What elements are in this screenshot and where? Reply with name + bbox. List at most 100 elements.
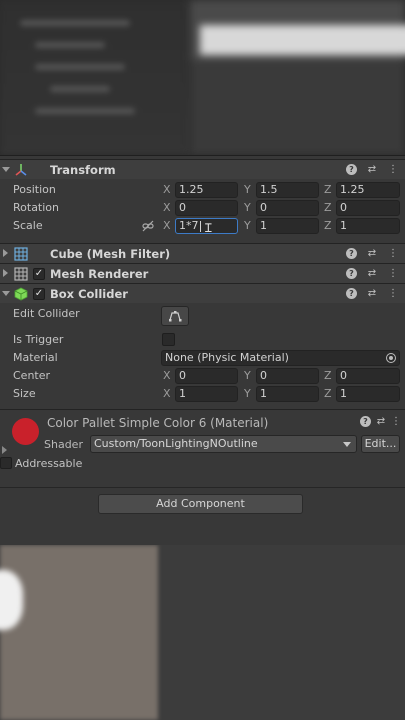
fold-arrow-icon[interactable] — [3, 249, 8, 257]
transform-title: Transform — [50, 163, 116, 177]
rotation-row: Rotation X 0 Y 0 Z 0 — [0, 199, 405, 217]
scale-y-field[interactable]: 1 — [256, 218, 319, 234]
mesh-filter-title: Cube (Mesh Filter) — [50, 247, 171, 261]
axis-x-label: X — [163, 183, 171, 196]
axis-y-label: Y — [244, 387, 251, 400]
is-trigger-checkbox[interactable] — [162, 333, 175, 346]
axis-z-label: Z — [324, 201, 332, 214]
fold-arrow-icon[interactable] — [2, 167, 10, 172]
size-x-field[interactable]: 1 — [175, 386, 238, 402]
divider — [0, 487, 405, 488]
axis-y-label: Y — [244, 183, 251, 196]
text-caret — [199, 220, 201, 232]
scene-view-bottom — [0, 545, 405, 720]
mesh-filter-icon — [14, 247, 28, 261]
axis-y-label: Y — [244, 369, 251, 382]
material-preview-swatch[interactable] — [12, 418, 39, 445]
more-menu-icon[interactable]: ⋮ — [391, 415, 401, 429]
more-menu-icon[interactable]: ⋮ — [387, 287, 399, 301]
rotation-x-field[interactable]: 0 — [175, 200, 238, 216]
box-collider-title: Box Collider — [50, 287, 128, 301]
fold-arrow-icon[interactable] — [2, 446, 7, 454]
position-label: Position — [13, 183, 56, 196]
scale-label: Scale — [13, 219, 43, 232]
axis-y-label: Y — [244, 201, 251, 214]
edit-collider-label: Edit Collider — [13, 307, 80, 320]
box-collider-header[interactable]: ✓ Box Collider ? ⇄ ⋮ — [0, 283, 405, 303]
axis-z-label: Z — [324, 183, 332, 196]
scale-x-value: 1*7 — [179, 219, 199, 232]
rotation-label: Rotation — [13, 201, 60, 214]
presets-icon[interactable]: ⇄ — [376, 415, 386, 429]
help-icon[interactable]: ? — [346, 268, 357, 279]
edit-collider-icon — [169, 311, 182, 322]
transform-icon — [15, 164, 27, 176]
mesh-filter-header[interactable]: Cube (Mesh Filter) ? ⇄ ⋮ — [0, 243, 405, 263]
center-label: Center — [13, 369, 51, 382]
center-y-field[interactable]: 0 — [256, 368, 319, 384]
position-z-field[interactable]: 1.25 — [336, 182, 400, 198]
fold-arrow-icon[interactable] — [2, 291, 10, 296]
rotation-z-field[interactable]: 0 — [336, 200, 400, 216]
size-row: Size X 1 Y 1 Z 1 — [0, 385, 405, 403]
ibeam-cursor-icon: Ɪ — [205, 221, 212, 235]
game-view-blurred — [0, 545, 158, 720]
more-menu-icon[interactable]: ⋮ — [387, 267, 399, 281]
shader-value: Custom/ToonLightingNOutline — [94, 437, 258, 450]
position-x-field[interactable]: 1.25 — [175, 182, 238, 198]
edit-collider-row: Edit Collider — [0, 305, 405, 323]
edit-collider-button[interactable] — [161, 306, 189, 326]
box-collider-enabled-checkbox[interactable]: ✓ — [33, 288, 45, 300]
help-icon[interactable]: ? — [346, 288, 357, 299]
physic-material-field[interactable]: None (Physic Material) — [161, 350, 400, 366]
size-z-field[interactable]: 1 — [336, 386, 400, 402]
help-icon[interactable]: ? — [346, 248, 357, 259]
presets-icon[interactable]: ⇄ — [366, 163, 378, 177]
size-label: Size — [13, 387, 36, 400]
axis-x-label: X — [163, 201, 171, 214]
rotation-y-field[interactable]: 0 — [256, 200, 319, 216]
material-row: Material None (Physic Material) — [0, 349, 405, 367]
mesh-renderer-icon — [14, 267, 28, 281]
more-menu-icon[interactable]: ⋮ — [387, 247, 399, 261]
scene-view-top — [0, 0, 405, 155]
mesh-renderer-enabled-checkbox[interactable]: ✓ — [33, 268, 45, 280]
scale-row: Scale X 1*7 Ɪ Y 1 Z 1 — [0, 217, 405, 235]
add-component-button[interactable]: Add Component — [98, 494, 303, 514]
more-menu-icon[interactable]: ⋮ — [387, 163, 399, 177]
transform-header[interactable]: Transform ? ⇄ ⋮ — [0, 159, 405, 179]
material-label: Material — [13, 351, 58, 364]
axis-x-label: X — [163, 387, 171, 400]
center-row: Center X 0 Y 0 Z 0 — [0, 367, 405, 385]
center-z-field[interactable]: 0 — [336, 368, 400, 384]
material-section: Color Pallet Simple Color 6 (Material) ?… — [0, 409, 405, 477]
constrain-proportions-icon[interactable] — [142, 220, 154, 232]
help-icon[interactable]: ? — [346, 164, 357, 175]
size-y-field[interactable]: 1 — [256, 386, 319, 402]
center-x-field[interactable]: 0 — [175, 368, 238, 384]
axis-z-label: Z — [324, 219, 332, 232]
shader-dropdown[interactable]: Custom/ToonLightingNOutline — [90, 435, 357, 453]
presets-icon[interactable]: ⇄ — [366, 267, 378, 281]
mesh-renderer-header[interactable]: ✓ Mesh Renderer ? ⇄ ⋮ — [0, 263, 405, 283]
axis-x-label: X — [163, 369, 171, 382]
fold-arrow-icon[interactable] — [3, 269, 8, 277]
axis-z-label: Z — [324, 387, 332, 400]
presets-icon[interactable]: ⇄ — [366, 247, 378, 261]
addressable-label: Addressable — [15, 457, 83, 470]
addressable-checkbox[interactable] — [0, 457, 12, 469]
is-trigger-label: Is Trigger — [13, 333, 64, 346]
presets-icon[interactable]: ⇄ — [366, 287, 378, 301]
help-icon[interactable]: ? — [360, 416, 371, 427]
physic-material-value: None (Physic Material) — [165, 351, 289, 364]
object-picker-icon[interactable] — [386, 353, 396, 363]
scale-z-field[interactable]: 1 — [336, 218, 400, 234]
shader-edit-button[interactable]: Edit... — [361, 435, 400, 453]
material-title: Color Pallet Simple Color 6 (Material) — [47, 416, 269, 430]
position-y-field[interactable]: 1.5 — [256, 182, 319, 198]
axis-y-label: Y — [244, 219, 251, 232]
chevron-down-icon — [343, 442, 351, 447]
hierarchy-panel-blurred — [0, 0, 190, 155]
game-view-blurred — [190, 0, 405, 155]
is-trigger-row: Is Trigger — [0, 331, 405, 349]
